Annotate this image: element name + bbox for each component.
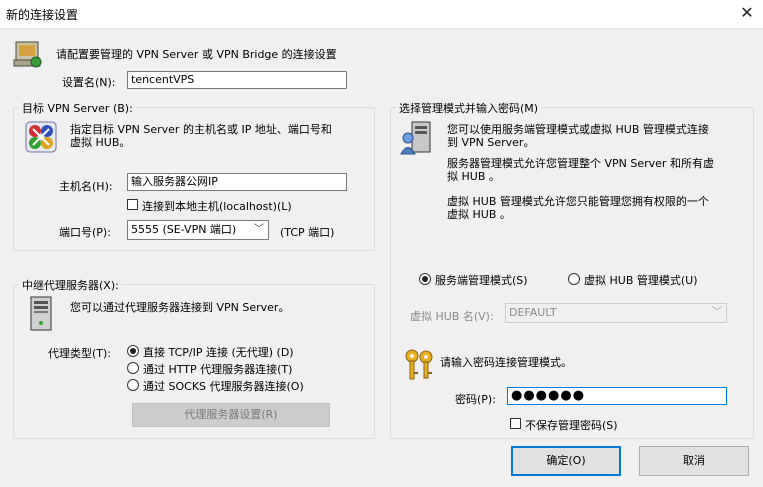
proxy-type-label: 代理类型(T): [48, 347, 112, 360]
hub-name-value: DEFAULT [509, 306, 557, 319]
admin-para1-line2: 到 VPN Server。 [447, 136, 535, 149]
hub-name-label: 虚拟 HUB 名(V): [410, 310, 494, 323]
host-input[interactable]: 输入服务器公网IP [127, 173, 347, 191]
localhost-checkbox-label[interactable]: 连接到本地主机(localhost)(L) [142, 198, 292, 214]
no-save-password-label[interactable]: 不保存管理密码(S) [525, 417, 618, 433]
network-icon [25, 121, 57, 153]
password-prompt: 请输入密码连接管理模式。 [440, 356, 572, 369]
chevron-down-icon: ﹀ [712, 307, 722, 318]
localhost-checkbox[interactable] [127, 199, 138, 210]
proxy-settings-button[interactable]: 代理服务器设置(R) [132, 403, 330, 427]
proxy-direct-label[interactable]: 直接 TCP/IP 连接 (无代理) (D) [143, 344, 294, 360]
header-instruction: 请配置要管理的 VPN Server 或 VPN Bridge 的连接设置 [56, 48, 337, 61]
port-unit: (TCP 端口) [280, 226, 335, 239]
target-description-line1: 指定目标 VPN Server 的主机名或 IP 地址、端口号和 [70, 123, 332, 136]
proxy-http-label[interactable]: 通过 HTTP 代理服务器连接(T) [143, 361, 292, 377]
admin-para3-line2: 虚拟 HUB 。 [447, 208, 511, 221]
hub-mode-radio[interactable] [568, 273, 580, 285]
setting-name-label: 设置名(N): [62, 76, 116, 89]
proxy-description: 您可以通过代理服务器连接到 VPN Server。 [70, 301, 290, 314]
proxy-socks-label[interactable]: 通过 SOCKS 代理服务器连接(O) [143, 378, 304, 394]
no-save-password-checkbox[interactable] [510, 418, 521, 429]
hub-mode-label[interactable]: 虚拟 HUB 管理模式(U) [584, 272, 698, 288]
port-select-value: 5555 (SE-VPN 端口) [131, 223, 237, 236]
admin-para2-line1: 服务器管理模式允许您管理整个 VPN Server 和所有虚 [447, 157, 714, 170]
server-mode-radio[interactable] [419, 273, 431, 285]
close-icon[interactable]: ✕ [735, 2, 759, 24]
admin-mode-legend: 选择管理模式并输入密码(M) [396, 100, 542, 116]
server-tower-icon [28, 296, 54, 332]
admin-para1-line1: 您可以使用服务端管理模式或虚拟 HUB 管理模式连接 [447, 123, 709, 136]
proxy-legend: 中继代理服务器(X): [19, 277, 122, 293]
keys-icon [403, 348, 437, 382]
computer-settings-icon [12, 38, 44, 70]
server-mode-label[interactable]: 服务端管理模式(S) [435, 272, 528, 288]
target-description-line2: 虚拟 HUB。 [70, 136, 131, 149]
proxy-http-radio[interactable] [127, 362, 139, 374]
title-bar [0, 0, 763, 29]
host-label: 主机名(H): [59, 180, 113, 193]
window-title: 新的连接设置 [6, 8, 79, 22]
hub-name-select[interactable]: DEFAULT ﹀ [505, 303, 727, 323]
target-server-legend: 目标 VPN Server (B): [19, 100, 136, 116]
proxy-socks-radio[interactable] [127, 379, 139, 391]
admin-para2-line2: 拟 HUB 。 [447, 170, 500, 183]
port-label: 端口号(P): [59, 226, 111, 239]
chevron-down-icon: ﹀ [254, 224, 264, 235]
setting-name-input[interactable]: tencentVPS [127, 71, 347, 89]
port-select[interactable]: 5555 (SE-VPN 端口) ﹀ [127, 220, 269, 240]
ok-button[interactable]: 确定(O) [511, 446, 621, 476]
password-label: 密码(P): [455, 393, 496, 406]
user-server-icon [400, 121, 436, 155]
cancel-button[interactable]: 取消 [639, 446, 749, 476]
password-input[interactable]: ●●●●●● [507, 387, 727, 405]
admin-para3-line1: 虚拟 HUB 管理模式允许您只能管理您拥有权限的一个 [447, 195, 709, 208]
proxy-direct-radio[interactable] [127, 345, 139, 357]
